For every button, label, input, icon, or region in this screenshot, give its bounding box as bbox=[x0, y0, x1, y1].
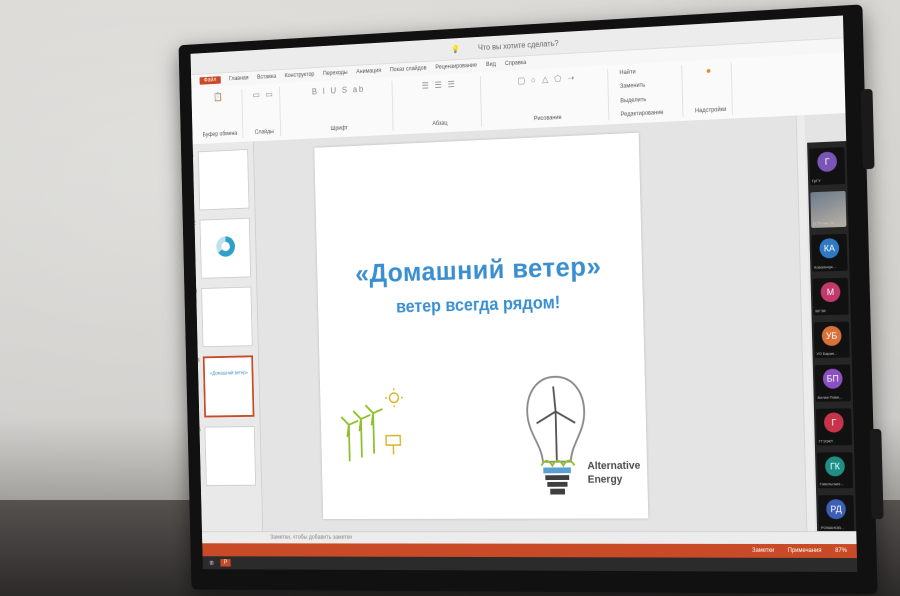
ribbon-group-slides: ▭ ▭ Слайды bbox=[247, 86, 282, 138]
participant-tile-video[interactable]: ГГТУ им. П... bbox=[810, 190, 847, 229]
ribbon-group-addins: ● Надстройки bbox=[688, 62, 734, 117]
notes-pane[interactable]: Заметки, чтобы добавить заметки bbox=[201, 531, 857, 545]
current-slide[interactable]: «Домашний ветер» ветер всегда рядом! Alt… bbox=[314, 132, 649, 520]
logo-line-1: Alternative bbox=[587, 460, 641, 473]
notes-button[interactable]: Заметки bbox=[752, 548, 774, 554]
participant-avatar: УБ bbox=[821, 325, 842, 346]
tab-slideshow[interactable]: Показ слайдов bbox=[390, 66, 427, 74]
thumbnail-slide[interactable]: 2 bbox=[193, 217, 252, 279]
participant-tile[interactable]: Г ГрГУ bbox=[809, 147, 846, 186]
donut-chart-icon bbox=[216, 235, 236, 258]
taskbar-app-powerpoint[interactable]: P bbox=[220, 559, 231, 567]
thumb-number: 2 bbox=[192, 220, 196, 227]
participant-avatar: Г bbox=[823, 412, 844, 433]
monitor-handle-bottom bbox=[869, 428, 884, 520]
participant-tile[interactable]: БП Белая Пави... bbox=[814, 364, 851, 402]
participant-tile[interactable]: М МГЭК bbox=[812, 277, 849, 316]
thumbnail-slide[interactable]: 5 bbox=[198, 426, 257, 486]
group-label: Шрифт bbox=[330, 125, 348, 133]
participant-name: МГЭК bbox=[815, 307, 826, 314]
tab-view[interactable]: Вид bbox=[486, 62, 496, 68]
group-label: Слайды bbox=[254, 129, 274, 136]
slide-subtitle[interactable]: ветер всегда рядом! bbox=[318, 290, 643, 319]
thumb-title: «Домашний ветер» bbox=[209, 370, 249, 377]
participant-avatar: БП bbox=[822, 368, 843, 390]
tab-insert[interactable]: Вставка bbox=[257, 74, 276, 81]
select-button[interactable]: Выделить bbox=[620, 97, 646, 104]
thumb-number: 1 bbox=[191, 152, 195, 159]
slide-title[interactable]: «Домашний ветер» bbox=[317, 250, 642, 291]
group-label: Редактирование bbox=[620, 110, 664, 118]
tab-review[interactable]: Рецензирование bbox=[435, 63, 477, 71]
participant-name: ГГТУ им. П... bbox=[813, 220, 837, 227]
slide-editor: «Домашний ветер» ветер всегда рядом! Alt… bbox=[253, 113, 857, 533]
ribbon-group-clipboard: 📋 Буфер обмена bbox=[196, 88, 244, 141]
tab-home[interactable]: Главная bbox=[229, 76, 249, 83]
tab-help[interactable]: Справка bbox=[505, 60, 527, 67]
participant-avatar: М bbox=[820, 281, 841, 303]
windows-taskbar: ⊞ P bbox=[202, 556, 858, 573]
group-label: Буфер обмена bbox=[202, 130, 238, 139]
new-slide-icon[interactable]: ▭ ▭ bbox=[252, 89, 274, 100]
participant-name: ГрГУ bbox=[811, 177, 821, 183]
tab-file[interactable]: Файл bbox=[199, 76, 221, 85]
thumbnail-slide-active[interactable]: 4 «Домашний ветер» bbox=[197, 355, 255, 418]
ribbon-group-drawing: ▢ ○ △ ⬠ ➝ Рисование bbox=[486, 69, 610, 127]
participant-name: Ковальчук... bbox=[814, 264, 836, 270]
participant-name: РОМАНОВ... bbox=[820, 525, 845, 531]
replace-button[interactable]: Заменить bbox=[620, 83, 645, 90]
display-monitor: 💡 Что вы хотите сделать? Файл Главная Вс… bbox=[178, 4, 884, 595]
thumb-number: 4 bbox=[196, 358, 200, 364]
participant-avatar: ГК bbox=[824, 455, 846, 477]
participant-tile[interactable]: КА Ковальчук... bbox=[811, 234, 848, 272]
ribbon-group-paragraph: ☰ ☰ ☰ Абзац bbox=[397, 75, 483, 131]
tab-transitions[interactable]: Переходы bbox=[323, 70, 348, 77]
ribbon-group-editing: Найти Заменить Выделить Редактирование bbox=[613, 65, 684, 121]
participant-avatar: Г bbox=[817, 151, 838, 173]
find-button[interactable]: Найти bbox=[620, 70, 636, 77]
participant-name: УО Баран... bbox=[816, 351, 838, 357]
participant-tile[interactable]: РД РОМАНОВ... bbox=[818, 495, 855, 533]
monitor-handle-top bbox=[860, 88, 875, 170]
zoom-level[interactable]: 87% bbox=[835, 548, 847, 554]
shapes-icons[interactable]: ▢ ○ △ ⬠ ➝ bbox=[517, 73, 576, 87]
ribbon-group-font: B I U S ab Шрифт bbox=[285, 80, 394, 137]
thumbnail-slide[interactable]: 1 bbox=[191, 149, 250, 211]
thumb-number: 5 bbox=[197, 427, 201, 434]
workspace: 1 2 3 4 «Домашний ветер» 5 «Домашний вет… bbox=[191, 113, 857, 533]
start-icon[interactable]: ⊞ bbox=[209, 559, 213, 566]
comments-button[interactable]: Примечания bbox=[788, 548, 822, 554]
wind-turbines-icon bbox=[336, 386, 408, 462]
tell-me-box[interactable]: Что вы хотите сделать? bbox=[478, 38, 559, 51]
participant-tile[interactable]: ГК Гавельские... bbox=[817, 451, 854, 489]
tab-design[interactable]: Конструктор bbox=[285, 72, 315, 79]
logo-line-2: Energy bbox=[587, 473, 623, 486]
participant-name: ГГЭЭКТ bbox=[818, 438, 834, 444]
lightbulb-icon: 💡 bbox=[450, 44, 461, 54]
logo-text: Alternative Energy bbox=[587, 459, 641, 487]
group-label: Абзац bbox=[432, 120, 448, 128]
paste-icon[interactable]: 📋 bbox=[213, 92, 224, 103]
participant-avatar: КА bbox=[819, 238, 840, 259]
powerpoint-window: 💡 Что вы хотите сделать? Файл Главная Вс… bbox=[190, 15, 858, 573]
thumb-number: 3 bbox=[194, 289, 198, 295]
tab-animations[interactable]: Анимация bbox=[356, 68, 381, 75]
addins-icon[interactable]: ● bbox=[706, 65, 713, 75]
participant-avatar: РД bbox=[826, 499, 847, 520]
participant-name: Белая Пави... bbox=[817, 394, 843, 400]
slide-thumbnails: 1 2 3 4 «Домашний ветер» 5 bbox=[191, 141, 264, 533]
paragraph-icons[interactable]: ☰ ☰ ☰ bbox=[421, 79, 456, 91]
lightbulb-turbine-logo bbox=[523, 372, 591, 495]
font-format-icons[interactable]: B I U S ab bbox=[312, 84, 365, 96]
group-label: Рисование bbox=[533, 115, 562, 123]
participant-name: Гавельские... bbox=[819, 481, 844, 487]
participant-tile[interactable]: УБ УО Баран... bbox=[813, 321, 850, 359]
addins-button[interactable]: Надстройки bbox=[695, 107, 726, 114]
participant-tile[interactable]: Г ГГЭЭКТ bbox=[815, 408, 853, 446]
thumbnail-slide[interactable]: 3 bbox=[194, 286, 253, 348]
